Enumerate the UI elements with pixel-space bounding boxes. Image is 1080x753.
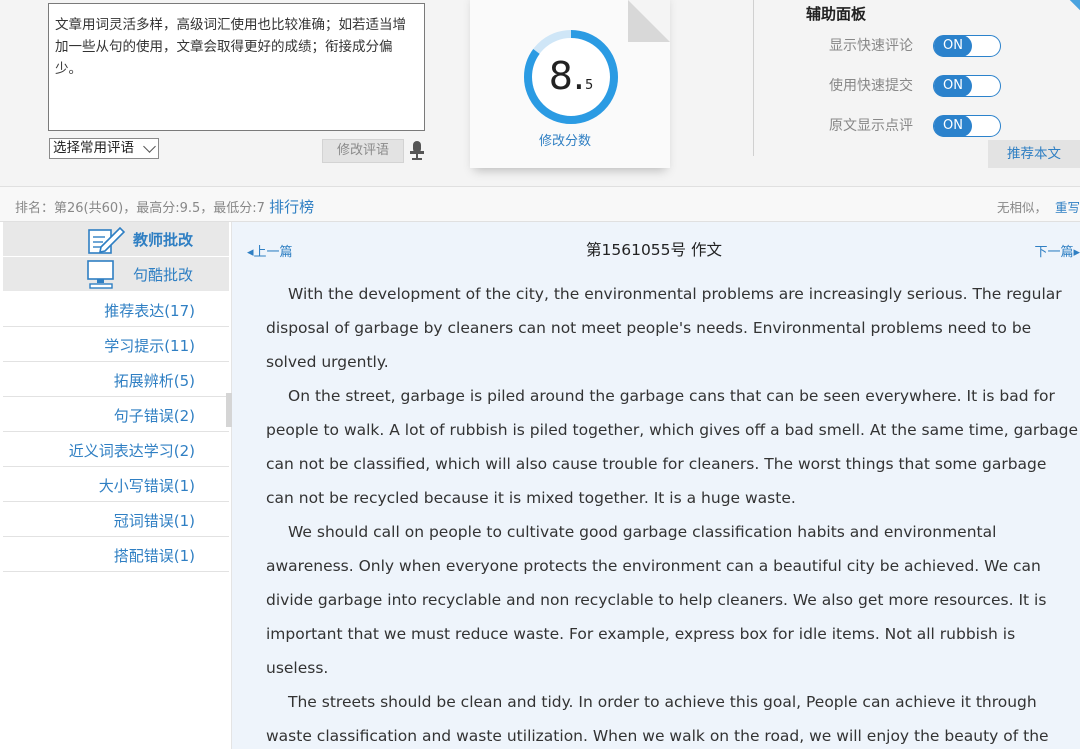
aux-panel-title: 辅助面板 xyxy=(806,5,867,23)
essay-body: With the development of the city, the en… xyxy=(266,277,1078,753)
score-dot: . xyxy=(572,54,585,98)
essay-title: 第1561055号 作文 xyxy=(586,241,722,259)
rank-bar: 排名：第26(共60)，最高分:9.5，最低分:7 排行榜 无相似， 重写 xyxy=(0,186,1080,222)
sidebar-item-label: 近义词表达学习(2) xyxy=(68,442,195,460)
similarity-status: 无相似， xyxy=(996,200,1047,215)
caret-right-icon: ▸ xyxy=(1073,245,1080,260)
sidebar-item-synonym-study[interactable]: 近义词表达学习(2) xyxy=(3,432,229,467)
computer-icon xyxy=(87,260,114,289)
sidebar-item-label: 句子错误(2) xyxy=(113,407,195,425)
essay-paragraph: On the street, garbage is piled around t… xyxy=(266,387,1078,507)
next-essay-link[interactable]: 下一篇▸ xyxy=(1034,241,1080,260)
sidebar-item-sentence-errors[interactable]: 句子错误(2) xyxy=(3,397,229,432)
previous-essay-label: 上一篇 xyxy=(253,245,293,260)
essay-paragraph: With the development of the city, the en… xyxy=(266,285,1062,371)
teacher-edition-ribbon: 教师版 xyxy=(1034,0,1080,35)
similarity-info: 无相似， 重写 xyxy=(997,197,1080,216)
quick-comment-toggle[interactable]: ON xyxy=(933,35,1001,57)
score-value: 8.5 xyxy=(523,52,619,110)
sidebar-tab-teacher[interactable]: 教师批改 xyxy=(3,222,229,256)
inline-review-toggle[interactable]: ON xyxy=(933,115,1001,137)
toggle-row-inline-review: 原文显示点评 xyxy=(829,114,913,138)
chevron-down-icon xyxy=(143,140,156,153)
toggle-row-quick-comment: 显示快速评论 xyxy=(829,34,913,58)
toggle-label: 使用快速提交 xyxy=(829,78,913,94)
previous-essay-link[interactable]: ◂上一篇 xyxy=(247,241,293,260)
rank-summary: 排名：第26(共60)，最高分:9.5，最低分:7 xyxy=(15,201,265,216)
essay-paragraph: We should call on people to cultivate go… xyxy=(266,523,1047,677)
toggle-on-state: ON xyxy=(934,115,972,137)
sidebar-tab-label: 句酷批改 xyxy=(133,266,194,284)
recommend-essay-button[interactable]: 推荐本文 xyxy=(988,140,1080,168)
sidebar-item-label: 大小写错误(1) xyxy=(98,477,195,495)
sidebar-item-article-errors[interactable]: 冠词错误(1) xyxy=(3,502,229,537)
sidebar-item-recommended-expressions[interactable]: 推荐表达(17) xyxy=(3,292,229,327)
sidebar-item-label: 搭配错误(1) xyxy=(113,547,195,565)
page-fold xyxy=(628,0,670,42)
toggle-on-state: ON xyxy=(934,35,972,57)
essay-paragraph: The streets should be clean and tidy. In… xyxy=(266,693,1049,745)
next-essay-label: 下一篇 xyxy=(1034,245,1074,260)
toggle-on-state: ON xyxy=(934,75,972,97)
sidebar-item-label: 冠词错误(1) xyxy=(113,512,195,530)
modify-comment-button[interactable]: 修改评语 xyxy=(322,139,404,163)
review-panel: 文章用词灵活多样，高级词汇使用也比较准确；如若适当增加一些从句的使用，文章会取得… xyxy=(0,0,1080,186)
sidebar-item-label: 推荐表达(17) xyxy=(104,302,195,320)
common-comment-select[interactable]: 选择常用评语 xyxy=(49,138,159,159)
sidebar-tab-label: 教师批改 xyxy=(133,231,194,249)
sidebar-tab-jukuu[interactable]: 句酷批改 xyxy=(3,257,229,291)
toggle-label: 显示快速评论 xyxy=(829,38,913,54)
sidebar-item-capitalization-errors[interactable]: 大小写错误(1) xyxy=(3,467,229,502)
toggle-row-quick-submit: 使用快速提交 xyxy=(829,74,913,98)
panel-divider xyxy=(753,0,754,156)
modify-score-link[interactable]: 修改分数 xyxy=(520,130,610,149)
leaderboard-link[interactable]: 排行榜 xyxy=(269,198,314,216)
quick-submit-toggle[interactable]: ON xyxy=(933,75,1001,97)
common-comment-select-label: 选择常用评语 xyxy=(53,140,134,156)
score-integer: 8 xyxy=(548,54,573,98)
microphone-icon[interactable] xyxy=(410,141,424,161)
sidebar-item-label: 拓展辨析(5) xyxy=(113,372,195,390)
pencil-paper-icon xyxy=(88,226,125,254)
toggle-label: 原文显示点评 xyxy=(829,118,913,134)
rank-info: 排名：第26(共60)，最高分:9.5，最低分:7 排行榜 xyxy=(15,196,314,217)
sidebar-item-study-tips[interactable]: 学习提示(11) xyxy=(3,327,229,362)
sidebar-item-collocation-errors[interactable]: 搭配错误(1) xyxy=(3,537,229,572)
rewrite-link[interactable]: 重写 xyxy=(1055,200,1080,215)
score-decimal: 5 xyxy=(585,78,594,93)
sidebar: 教师批改 句酷批改 推荐表达(17) 学习提示(11) 拓展辨析(5) 句子错误… xyxy=(0,222,232,749)
essay-panel: ◂上一篇 第1561055号 作文 下一篇▸ With the developm… xyxy=(232,222,1080,749)
comment-textarea[interactable]: 文章用词灵活多样，高级词汇使用也比较准确；如若适当增加一些从句的使用，文章会取得… xyxy=(48,3,425,131)
sidebar-item-label: 学习提示(11) xyxy=(104,337,195,355)
sidebar-item-extended-analysis[interactable]: 拓展辨析(5) xyxy=(3,362,229,397)
